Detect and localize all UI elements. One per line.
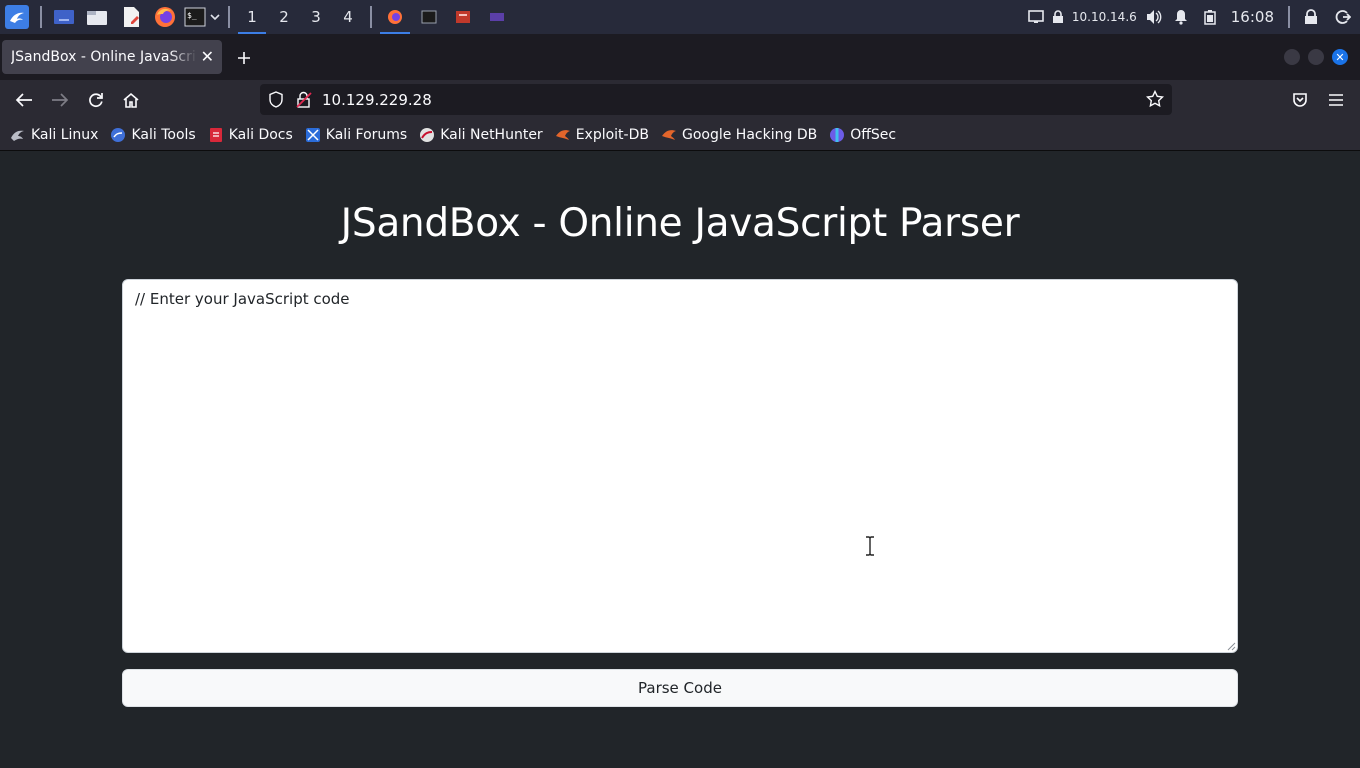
workspace-2[interactable]: 2 xyxy=(268,0,300,34)
reload-icon[interactable] xyxy=(84,88,108,112)
taskbar-separator xyxy=(228,6,230,28)
page-title: JSandBox - Online JavaScript Parser xyxy=(340,201,1020,246)
shield-icon[interactable] xyxy=(268,91,284,112)
bookmark-kali-nethunter[interactable]: Kali NetHunter xyxy=(419,127,543,143)
notifications-bell-icon[interactable] xyxy=(1165,0,1197,34)
vpn-ip-address: 10.10.14.6 xyxy=(1071,10,1137,24)
bookmark-label: Kali NetHunter xyxy=(440,127,543,143)
page-content: JSandBox - Online JavaScript Parser Pars… xyxy=(0,151,1360,768)
bookmark-label: OffSec xyxy=(850,127,897,143)
logout-icon[interactable] xyxy=(1326,0,1360,34)
close-tab-icon[interactable]: ✕ xyxy=(201,47,214,66)
bookmarks-toolbar: Kali Linux Kali Tools Kali Docs Kali For… xyxy=(0,120,1360,151)
svg-text:$_: $_ xyxy=(187,11,197,20)
browser-tab-bar: JSandBox - Online JavaScript Parser ✕ ✕ xyxy=(0,34,1360,80)
workspace-3[interactable]: 3 xyxy=(300,0,332,34)
bookmark-kali-forums[interactable]: Kali Forums xyxy=(305,127,407,143)
browser-tab[interactable]: JSandBox - Online JavaScript Parser ✕ xyxy=(2,40,222,74)
parse-code-button[interactable]: Parse Code xyxy=(122,669,1238,707)
task-burp-icon[interactable] xyxy=(446,0,480,34)
taskbar: $_ 1 2 3 4 10.10.14.6 16:08 xyxy=(0,0,1360,34)
kali-tools-icon xyxy=(110,127,126,143)
bookmark-label: Exploit-DB xyxy=(575,127,649,143)
pocket-icon[interactable] xyxy=(1288,88,1312,112)
nethunter-icon xyxy=(419,127,435,143)
maximize-window-button[interactable] xyxy=(1308,49,1324,65)
kali-docs-icon xyxy=(208,127,224,143)
bookmark-label: Kali Forums xyxy=(325,127,408,143)
task-firefox-icon[interactable] xyxy=(378,0,412,34)
bookmark-label: Google Hacking DB xyxy=(681,127,818,143)
volume-icon[interactable] xyxy=(1143,0,1165,34)
insecure-lock-icon[interactable] xyxy=(296,91,312,112)
vpn-lock-icon[interactable] xyxy=(1048,0,1068,34)
javascript-code-input[interactable] xyxy=(122,279,1238,653)
bookmark-kali-docs[interactable]: Kali Docs xyxy=(208,127,293,143)
bookmark-star-icon[interactable] xyxy=(1145,89,1165,112)
text-editor-icon[interactable] xyxy=(114,0,148,34)
task-terminal-icon[interactable] xyxy=(412,0,446,34)
exploit-db-icon xyxy=(555,127,571,143)
browser-nav-bar: 10.129.229.28 xyxy=(0,80,1360,120)
kali-forums-icon xyxy=(305,127,321,143)
file-manager-icon[interactable] xyxy=(80,0,114,34)
chevron-down-icon[interactable] xyxy=(208,0,222,34)
bookmark-kali-linux[interactable]: Kali Linux xyxy=(10,127,98,143)
battery-icon[interactable] xyxy=(1197,0,1223,34)
new-tab-button[interactable] xyxy=(232,46,256,70)
show-desktop-icon[interactable] xyxy=(48,0,80,34)
clock: 16:08 xyxy=(1230,8,1274,26)
hamburger-menu-icon[interactable] xyxy=(1324,88,1348,112)
address-bar[interactable]: 10.129.229.28 xyxy=(260,84,1172,115)
firefox-icon[interactable] xyxy=(148,0,182,34)
plus-icon xyxy=(238,52,250,64)
text-cursor-icon xyxy=(866,536,874,556)
task-window-icon[interactable] xyxy=(480,0,514,34)
taskbar-separator xyxy=(370,6,372,28)
forward-arrow-icon[interactable] xyxy=(48,88,72,112)
bookmark-offsec[interactable]: OffSec xyxy=(829,127,896,143)
taskbar-separator xyxy=(40,6,42,28)
terminal-icon[interactable]: $_ xyxy=(182,0,208,34)
minimize-window-button[interactable] xyxy=(1284,49,1300,65)
ghdb-icon xyxy=(661,127,677,143)
bookmark-kali-tools[interactable]: Kali Tools xyxy=(110,127,196,143)
workspace-4[interactable]: 4 xyxy=(332,0,364,34)
bookmark-label: Kali Docs xyxy=(228,127,293,143)
close-window-button[interactable]: ✕ xyxy=(1332,49,1348,65)
bookmark-exploit-db[interactable]: Exploit-DB xyxy=(555,127,649,143)
bookmark-google-hacking-db[interactable]: Google Hacking DB xyxy=(661,127,817,143)
network-icon[interactable] xyxy=(1024,0,1048,34)
home-icon[interactable] xyxy=(119,88,143,112)
bookmark-label: Kali Linux xyxy=(31,127,99,143)
resize-handle-icon[interactable] xyxy=(1226,641,1236,651)
tab-title: JSandBox - Online JavaScript Parser xyxy=(11,49,197,65)
url-text: 10.129.229.28 xyxy=(322,91,432,109)
bookmark-label: Kali Tools xyxy=(131,127,196,143)
workspace-1[interactable]: 1 xyxy=(236,0,268,34)
system-tray: 10.10.14.6 16:08 xyxy=(1024,0,1360,34)
lock-screen-icon[interactable] xyxy=(1296,0,1326,34)
kali-menu-icon[interactable] xyxy=(0,0,34,34)
kali-icon xyxy=(10,127,26,143)
back-arrow-icon[interactable] xyxy=(12,88,36,112)
taskbar-separator xyxy=(1288,6,1290,28)
offsec-icon xyxy=(829,127,845,143)
